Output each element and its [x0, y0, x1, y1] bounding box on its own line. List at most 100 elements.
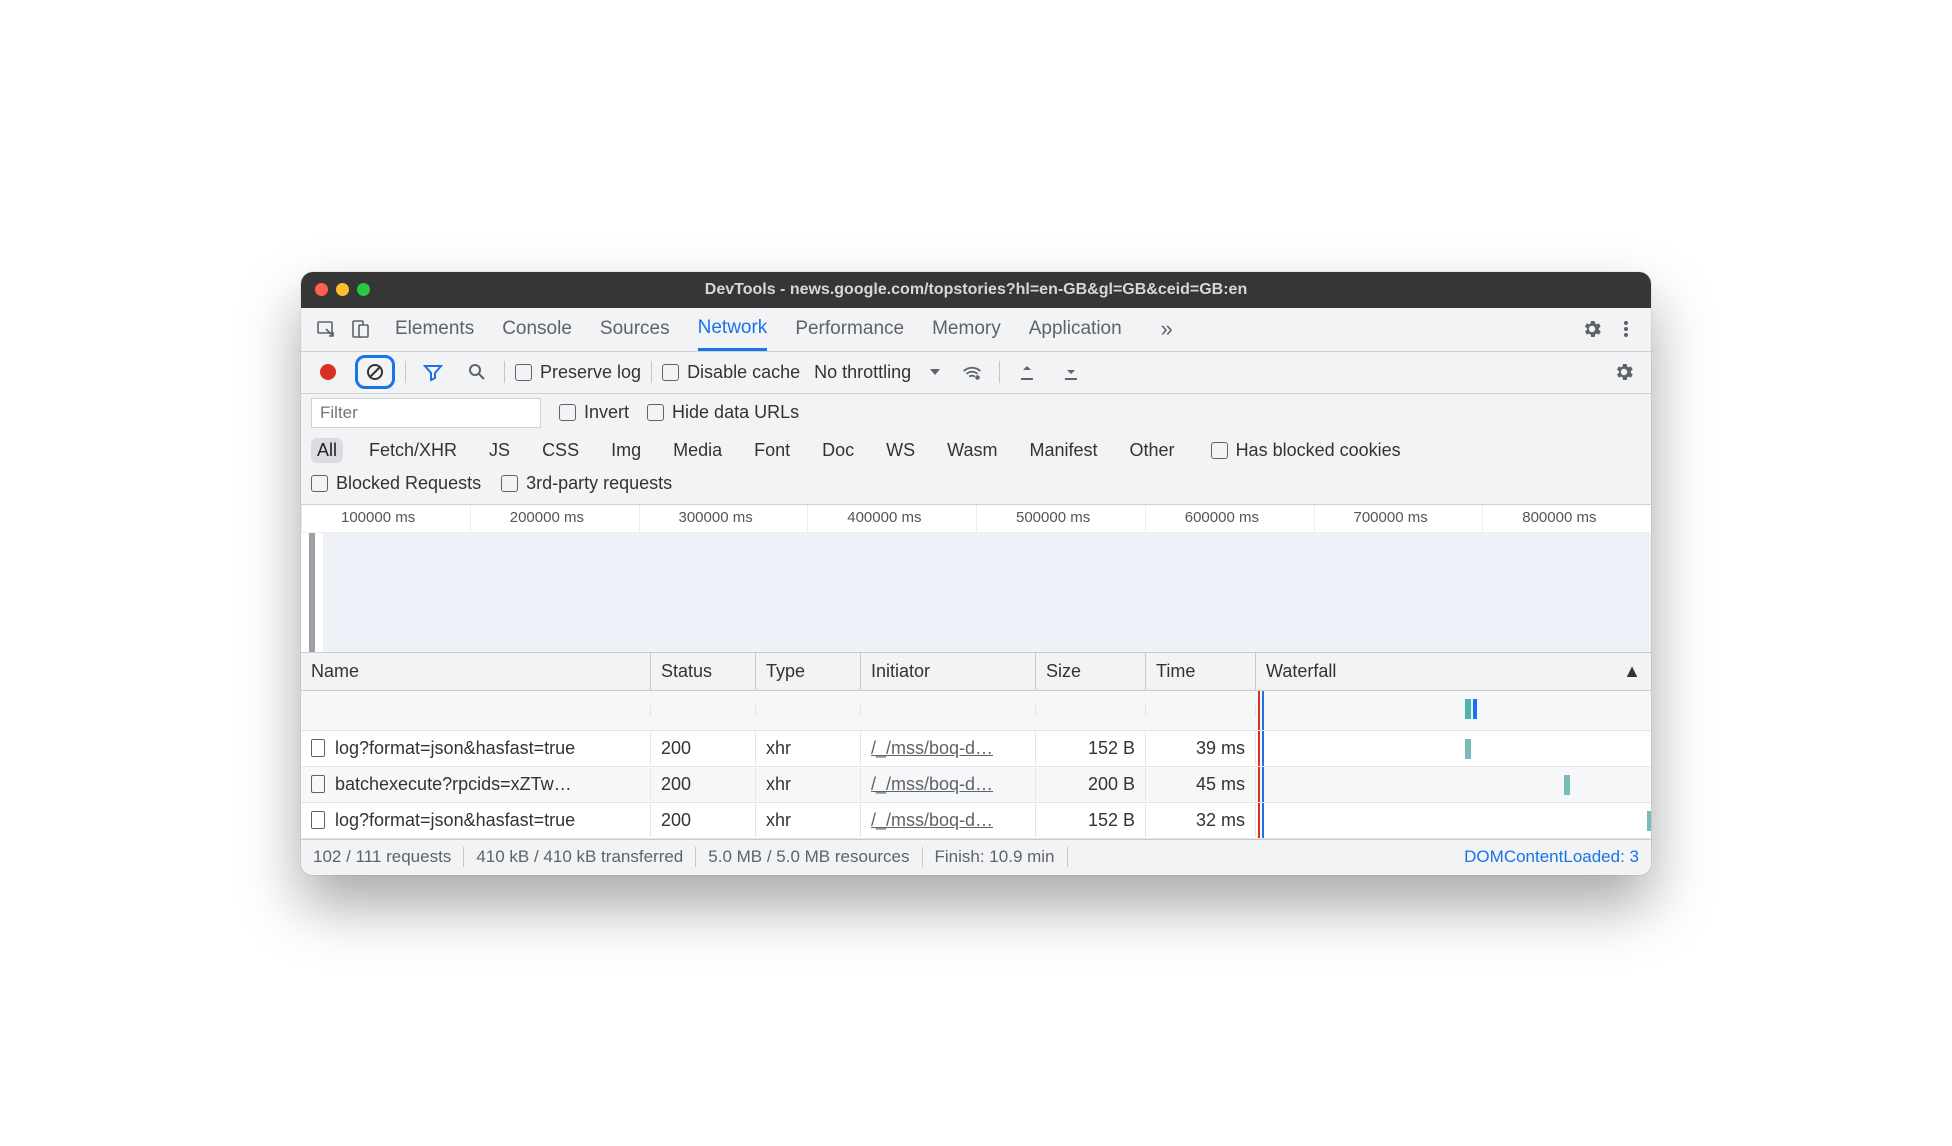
- col-waterfall[interactable]: Waterfall▲: [1256, 653, 1651, 690]
- sort-indicator-icon: ▲: [1623, 661, 1641, 682]
- titlebar: DevTools - news.google.com/topstories?hl…: [301, 272, 1651, 308]
- request-table: Name Status Type Initiator Size Time Wat…: [301, 653, 1651, 839]
- request-time: 39 ms: [1146, 732, 1256, 765]
- col-size[interactable]: Size: [1036, 653, 1146, 690]
- status-resources: 5.0 MB / 5.0 MB resources: [708, 847, 909, 867]
- export-har-icon[interactable]: [1054, 355, 1088, 389]
- status-bar: 102 / 111 requests 410 kB / 410 kB trans…: [301, 839, 1651, 875]
- table-row[interactable]: log?format=json&hasfast=true200xhr/_/mss…: [301, 803, 1651, 839]
- hide-data-urls-toggle[interactable]: Hide data URLs: [647, 402, 799, 423]
- request-type: xhr: [756, 804, 861, 837]
- col-name[interactable]: Name: [301, 653, 651, 690]
- type-other[interactable]: Other: [1124, 438, 1181, 463]
- tick: 300000 ms: [639, 505, 808, 532]
- col-type[interactable]: Type: [756, 653, 861, 690]
- type-filters: All Fetch/XHR JS CSS Img Media Font Doc …: [311, 438, 1641, 463]
- request-time: 32 ms: [1146, 804, 1256, 837]
- table-row[interactable]: batchexecute?rpcids=xZTw…200xhr/_/mss/bo…: [301, 767, 1651, 803]
- tab-list: Elements Console Sources Network Perform…: [395, 308, 1184, 351]
- tick: 400000 ms: [807, 505, 976, 532]
- request-size: 200 B: [1036, 768, 1146, 801]
- request-size: 152 B: [1036, 732, 1146, 765]
- network-settings-icon[interactable]: [1607, 355, 1641, 389]
- request-initiator[interactable]: /_/mss/boq-d…: [871, 810, 993, 830]
- disable-cache-toggle[interactable]: Disable cache: [662, 362, 800, 383]
- throttling-select[interactable]: No throttling: [810, 362, 945, 383]
- type-all[interactable]: All: [311, 438, 343, 463]
- request-name: batchexecute?rpcids=xZTw…: [335, 774, 572, 795]
- close-icon[interactable]: [315, 283, 328, 296]
- type-js[interactable]: JS: [483, 438, 516, 463]
- type-ws[interactable]: WS: [880, 438, 921, 463]
- col-initiator[interactable]: Initiator: [861, 653, 1036, 690]
- filter-icon[interactable]: [416, 355, 450, 389]
- tick: 600000 ms: [1145, 505, 1314, 532]
- tab-application[interactable]: Application: [1029, 308, 1122, 351]
- timeline-ticks: 100000 ms 200000 ms 300000 ms 400000 ms …: [301, 505, 1651, 533]
- request-waterfall: [1256, 767, 1651, 802]
- search-icon[interactable]: [460, 355, 494, 389]
- type-img[interactable]: Img: [605, 438, 647, 463]
- status-finish: Finish: 10.9 min: [935, 847, 1055, 867]
- chevron-down-icon: [929, 366, 941, 378]
- request-status: 200: [651, 768, 756, 801]
- request-initiator[interactable]: /_/mss/boq-d…: [871, 774, 993, 794]
- import-har-icon[interactable]: [1010, 355, 1044, 389]
- network-toolbar: Preserve log Disable cache No throttling: [301, 352, 1651, 394]
- document-icon: [311, 739, 325, 757]
- type-font[interactable]: Font: [748, 438, 796, 463]
- tab-elements[interactable]: Elements: [395, 308, 474, 351]
- record-button[interactable]: [311, 355, 345, 389]
- type-manifest[interactable]: Manifest: [1024, 438, 1104, 463]
- request-waterfall: [1256, 731, 1651, 766]
- table-header: Name Status Type Initiator Size Time Wat…: [301, 653, 1651, 691]
- window-title: DevTools - news.google.com/topstories?hl…: [301, 281, 1651, 299]
- network-conditions-icon[interactable]: [955, 355, 989, 389]
- blocked-requests-toggle[interactable]: Blocked Requests: [311, 473, 481, 494]
- table-row-spacer: [301, 691, 1651, 731]
- type-doc[interactable]: Doc: [816, 438, 860, 463]
- main-tabs: Elements Console Sources Network Perform…: [301, 308, 1651, 352]
- tab-network[interactable]: Network: [698, 308, 768, 351]
- preserve-log-label: Preserve log: [540, 362, 641, 383]
- request-waterfall: [1256, 803, 1651, 838]
- kebab-menu-icon[interactable]: [1609, 312, 1643, 346]
- invert-toggle[interactable]: Invert: [559, 402, 629, 423]
- timeline-canvas[interactable]: [323, 533, 1651, 653]
- preserve-log-toggle[interactable]: Preserve log: [515, 362, 641, 383]
- type-fetch-xhr[interactable]: Fetch/XHR: [363, 438, 463, 463]
- document-icon: [311, 775, 325, 793]
- device-toggle-icon[interactable]: [343, 312, 377, 346]
- request-size: 152 B: [1036, 804, 1146, 837]
- filter-input[interactable]: [311, 398, 541, 428]
- request-name: log?format=json&hasfast=true: [335, 738, 575, 759]
- zoom-icon[interactable]: [357, 283, 370, 296]
- timeline-overview[interactable]: 100000 ms 200000 ms 300000 ms 400000 ms …: [301, 505, 1651, 653]
- tab-memory[interactable]: Memory: [932, 308, 1001, 351]
- col-time[interactable]: Time: [1146, 653, 1256, 690]
- type-css[interactable]: CSS: [536, 438, 585, 463]
- tab-console[interactable]: Console: [502, 308, 572, 351]
- inspect-icon[interactable]: [309, 312, 343, 346]
- timeline-gutter: [301, 533, 323, 653]
- type-wasm[interactable]: Wasm: [941, 438, 1003, 463]
- tab-sources[interactable]: Sources: [600, 308, 670, 351]
- window-controls: [315, 283, 370, 296]
- clear-button[interactable]: [355, 355, 395, 389]
- tab-performance[interactable]: Performance: [795, 308, 904, 351]
- request-status: 200: [651, 804, 756, 837]
- type-media[interactable]: Media: [667, 438, 728, 463]
- minimize-icon[interactable]: [336, 283, 349, 296]
- more-tabs-icon[interactable]: »: [1150, 312, 1184, 346]
- third-party-toggle[interactable]: 3rd-party requests: [501, 473, 672, 494]
- request-time: 45 ms: [1146, 768, 1256, 801]
- status-domcontentloaded: DOMContentLoaded: 3: [1464, 847, 1639, 867]
- col-status[interactable]: Status: [651, 653, 756, 690]
- tick: 700000 ms: [1314, 505, 1483, 532]
- request-initiator[interactable]: /_/mss/boq-d…: [871, 738, 993, 758]
- blocked-cookies-toggle[interactable]: Has blocked cookies: [1211, 440, 1401, 461]
- status-transferred: 410 kB / 410 kB transferred: [476, 847, 683, 867]
- table-row[interactable]: log?format=json&hasfast=true200xhr/_/mss…: [301, 731, 1651, 767]
- settings-icon[interactable]: [1575, 312, 1609, 346]
- disable-cache-label: Disable cache: [687, 362, 800, 383]
